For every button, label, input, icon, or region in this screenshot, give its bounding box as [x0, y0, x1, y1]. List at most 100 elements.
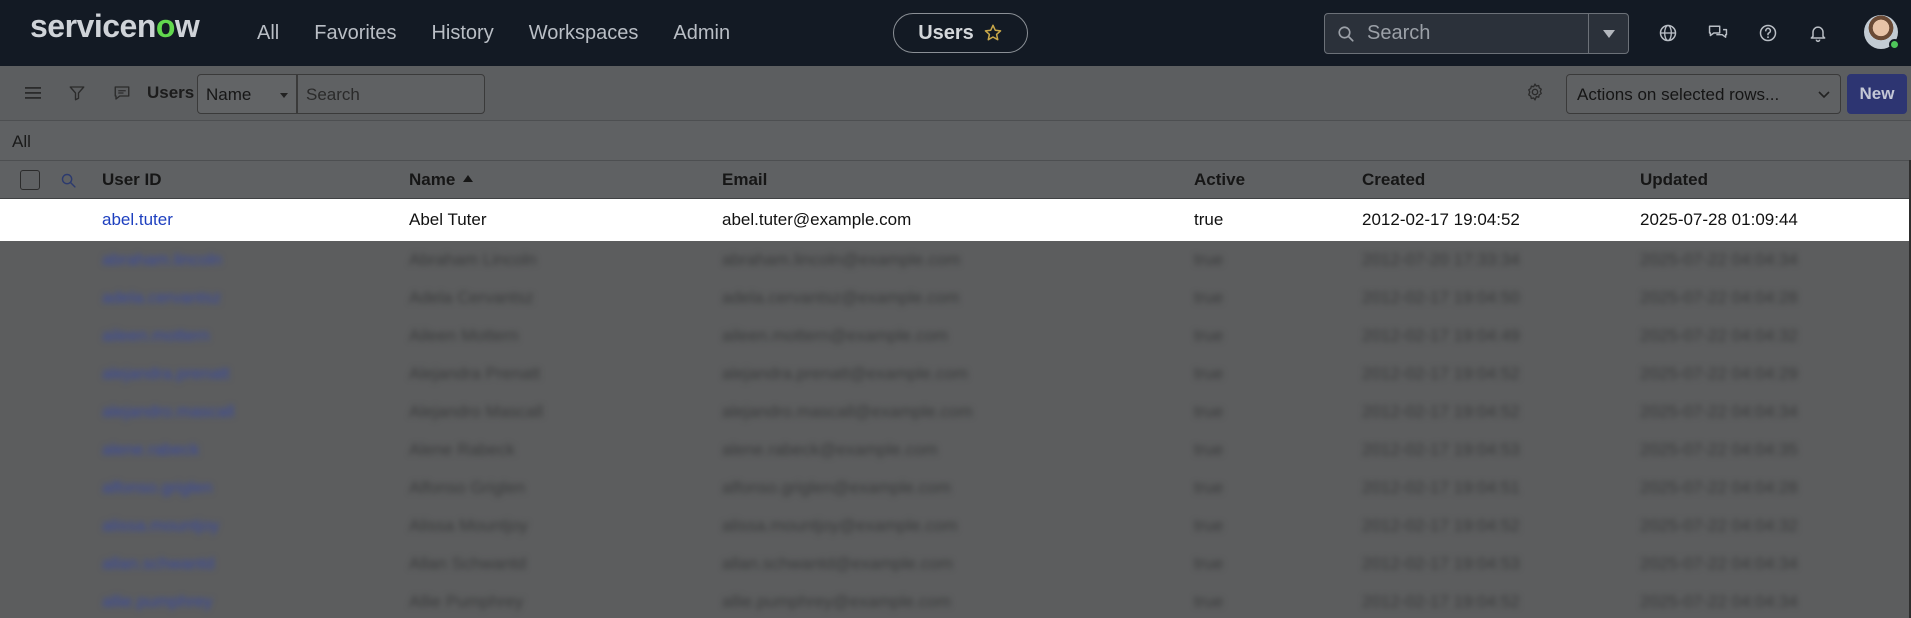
- column-header-updated[interactable]: Updated: [1640, 170, 1708, 190]
- app-title-pill[interactable]: Users: [893, 13, 1028, 53]
- name-cell: Alfonso Griglen: [409, 478, 526, 497]
- star-icon[interactable]: [983, 23, 1003, 43]
- email-cell: alene.rabeck@example.com: [722, 440, 938, 459]
- nav-favorites[interactable]: Favorites: [314, 22, 396, 45]
- select-all-checkbox[interactable]: [20, 170, 40, 190]
- chat-icon[interactable]: [1705, 20, 1731, 46]
- created-cell: 2012-02-17 19:04:50: [1362, 288, 1520, 307]
- active-cell: true: [1194, 592, 1224, 611]
- table-header: User ID Name Email Active Created Update…: [0, 160, 1911, 199]
- nav-history[interactable]: History: [431, 22, 493, 45]
- caret-down-icon: [280, 93, 288, 98]
- user-id-link[interactable]: aileen.mottern: [102, 326, 210, 346]
- column-header-name-label: Name: [409, 170, 456, 189]
- name-cell: Alene Rabeck: [409, 440, 515, 459]
- updated-cell: 2025-07-22 04:04:35: [1640, 440, 1798, 459]
- updated-cell: 2025-07-22 04:04:32: [1640, 326, 1798, 345]
- created-cell: 2012-02-17 19:04:52: [1362, 516, 1520, 535]
- created-cell: 2012-02-17 19:04:51: [1362, 478, 1520, 497]
- created-cell: 2012-02-17 19:04:52: [1362, 592, 1520, 611]
- created-cell: 2012-07-20 17:33:34: [1362, 250, 1520, 269]
- user-avatar[interactable]: [1864, 15, 1900, 50]
- created-cell: 2012-02-17 19:04:53: [1362, 554, 1520, 573]
- new-button[interactable]: New: [1847, 74, 1907, 114]
- nav-admin[interactable]: Admin: [673, 22, 730, 45]
- nav-workspaces[interactable]: Workspaces: [529, 22, 639, 45]
- table-row[interactable]: alissa.mountjoy Alissa Mountjoy alissa.m…: [0, 507, 1911, 545]
- column-header-created[interactable]: Created: [1362, 170, 1425, 190]
- user-id-link[interactable]: abraham.lincoln: [102, 250, 222, 270]
- table-row[interactable]: allan.schwantd Allan Schwantd allan.schw…: [0, 545, 1911, 583]
- email-cell: alejandra.prenatt@example.com: [722, 364, 968, 383]
- user-id-link[interactable]: alejandra.prenatt: [102, 364, 230, 384]
- email-cell: allan.schwantd@example.com: [722, 554, 953, 573]
- table-row[interactable]: allie.pumphrey Allie Pumphrey allie.pump…: [0, 583, 1911, 618]
- active-cell: true: [1194, 288, 1224, 307]
- actions-select-value: Actions on selected rows...: [1577, 85, 1780, 104]
- active-cell: true: [1194, 250, 1224, 269]
- active-cell: true: [1194, 516, 1224, 535]
- hamburger-icon[interactable]: [22, 82, 44, 104]
- column-search-icon[interactable]: [60, 172, 77, 189]
- online-status-dot: [1889, 39, 1900, 50]
- column-header-active[interactable]: Active: [1194, 170, 1245, 190]
- servicenow-logo[interactable]: servicenow: [30, 8, 200, 45]
- nav-all[interactable]: All: [257, 22, 279, 45]
- caret-down-icon: [1602, 29, 1615, 38]
- chevron-down-icon: [1818, 91, 1830, 99]
- table-row[interactable]: alejandro.mascall Alejandro Mascall alej…: [0, 393, 1911, 431]
- table-row[interactable]: alfonso.griglen Alfonso Griglen alfonso.…: [0, 469, 1911, 507]
- table-row[interactable]: adela.cervantsz Adela Cervantsz adela.ce…: [0, 279, 1911, 317]
- active-cell: true: [1194, 326, 1224, 345]
- help-icon[interactable]: [1755, 20, 1781, 46]
- updated-cell: 2025-07-22 04:04:29: [1640, 364, 1798, 383]
- breadcrumb-all[interactable]: All: [12, 132, 31, 152]
- search-scope-dropdown[interactable]: [1588, 14, 1628, 53]
- active-cell: true: [1194, 210, 1224, 229]
- table-row[interactable]: alene.rabeck Alene Rabeck alene.rabeck@e…: [0, 431, 1911, 469]
- sort-ascending-icon: [463, 175, 474, 183]
- bell-icon[interactable]: [1805, 20, 1831, 46]
- global-search[interactable]: Search: [1324, 13, 1629, 54]
- global-search-input[interactable]: Search: [1367, 22, 1588, 45]
- column-header-email[interactable]: Email: [722, 170, 767, 190]
- filter-icon[interactable]: [66, 82, 88, 104]
- search-icon: [1338, 25, 1354, 42]
- updated-cell: 2025-07-22 04:04:34: [1640, 402, 1798, 421]
- updated-cell: 2025-07-22 04:04:34: [1640, 554, 1798, 573]
- table-row[interactable]: abraham.lincoln Abraham Lincoln abraham.…: [0, 241, 1911, 279]
- user-id-link[interactable]: alfonso.griglen: [102, 478, 213, 498]
- name-cell: Abel Tuter: [409, 210, 487, 229]
- updated-cell: 2025-07-22 04:04:34: [1640, 250, 1798, 269]
- list-title: Users: [147, 83, 195, 102]
- globe-icon[interactable]: [1655, 20, 1681, 46]
- table-row[interactable]: alejandra.prenatt Alejandra Prenatt alej…: [0, 355, 1911, 393]
- column-header-name[interactable]: Name: [409, 170, 474, 190]
- actions-select[interactable]: Actions on selected rows...: [1566, 74, 1841, 114]
- list-search-input[interactable]: Search: [297, 74, 485, 114]
- user-id-link[interactable]: allan.schwantd: [102, 554, 214, 574]
- created-cell: 2012-02-17 19:04:52: [1362, 210, 1520, 229]
- created-cell: 2012-02-17 19:04:53: [1362, 440, 1520, 459]
- updated-cell: 2025-07-28 01:09:44: [1640, 210, 1798, 229]
- created-cell: 2012-02-17 19:04:52: [1362, 364, 1520, 383]
- gear-icon[interactable]: [1524, 81, 1546, 103]
- user-id-link[interactable]: adela.cervantsz: [102, 288, 221, 308]
- table-row[interactable]: abel.tuter Abel Tuter abel.tuter@example…: [0, 199, 1911, 241]
- user-id-link[interactable]: alejandro.mascall: [102, 402, 234, 422]
- email-cell: alfonso.griglen@example.com: [722, 478, 951, 497]
- column-header-user-id[interactable]: User ID: [102, 170, 162, 190]
- search-field-select[interactable]: Name: [197, 74, 297, 114]
- user-id-link[interactable]: allie.pumphrey: [102, 592, 213, 612]
- comment-icon[interactable]: [111, 82, 133, 104]
- user-id-link[interactable]: alissa.mountjoy: [102, 516, 219, 536]
- user-id-link[interactable]: alene.rabeck: [102, 440, 199, 460]
- name-cell: Alejandra Prenatt: [409, 364, 541, 383]
- email-cell: abel.tuter@example.com: [722, 210, 912, 229]
- email-cell: aileen.mottern@example.com: [722, 326, 949, 345]
- email-cell: adela.cervantsz@example.com: [722, 288, 960, 307]
- table-row[interactable]: aileen.mottern Aileen Mottern aileen.mot…: [0, 317, 1911, 355]
- name-cell: Alejandro Mascall: [409, 402, 544, 421]
- user-id-link[interactable]: abel.tuter: [102, 210, 173, 230]
- name-cell: Abraham Lincoln: [409, 250, 537, 269]
